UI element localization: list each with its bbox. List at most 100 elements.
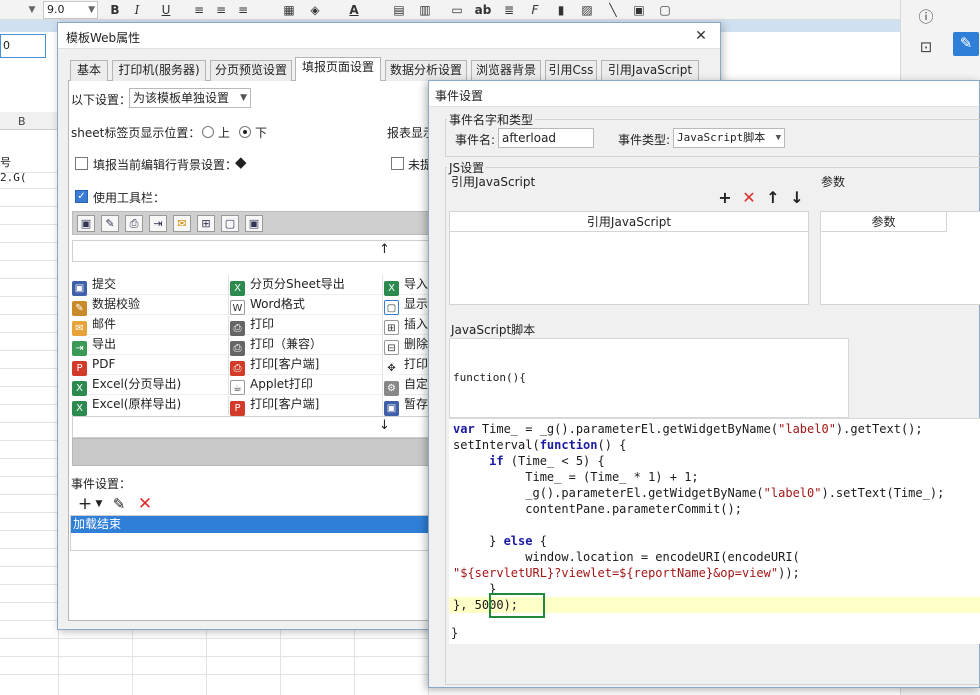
underline-button[interactable]: U xyxy=(157,2,175,18)
tab-basic[interactable]: 基本 xyxy=(70,60,108,81)
arrow-down-icon[interactable]: ↓ xyxy=(787,188,807,208)
print-icon: ⎙ xyxy=(230,321,245,336)
event-type-value: JavaScript脚本 xyxy=(677,131,766,144)
list-item[interactable]: ☕ Applet打印 xyxy=(230,375,313,395)
edit-icon[interactable]: ✎ xyxy=(108,493,130,515)
radio-top-label: 上 xyxy=(218,126,231,140)
list-item[interactable]: X Excel(原样导出) xyxy=(72,395,181,416)
list-item[interactable]: ⇥ 导出 xyxy=(72,335,116,356)
radio-bottom[interactable] xyxy=(239,126,251,138)
delete-icon[interactable]: ✕ xyxy=(739,188,759,208)
js-script-label: JavaScript脚本 xyxy=(451,323,536,337)
list-item[interactable]: P PDF xyxy=(72,355,115,376)
delete-icon[interactable]: ✕ xyxy=(134,493,156,515)
list-item[interactable]: ✥ 打印 xyxy=(384,355,428,376)
slash-icon[interactable]: ╲ xyxy=(604,2,622,18)
event-name-input[interactable]: afterload xyxy=(498,128,594,148)
insert-row-icon[interactable]: ⊞ xyxy=(197,215,215,232)
list-item[interactable]: X 分页分Sheet导出 xyxy=(230,275,345,296)
fill-color-icon[interactable]: ◈ xyxy=(306,2,324,18)
formula-icon[interactable]: F xyxy=(526,2,544,18)
link-icon[interactable]: ▭ xyxy=(448,2,466,18)
crop-icon[interactable]: ⊡ xyxy=(913,36,939,60)
bg-setting-checkbox[interactable] xyxy=(75,157,88,170)
list-item[interactable]: ⎙ 打印（兼容） xyxy=(230,335,322,356)
list-item[interactable]: ✎ 数据校验 xyxy=(72,295,140,316)
setting-select[interactable]: 为该模板单独设置 ▼ xyxy=(129,88,251,108)
use-toolbar-label: 使用工具栏： xyxy=(93,191,166,205)
pdf-icon: P xyxy=(230,401,245,416)
merge-icon[interactable]: ▤ xyxy=(390,2,408,18)
tab-css[interactable]: 引用Css xyxy=(545,60,597,81)
params-label: 参数 xyxy=(821,175,846,189)
widget-icon[interactable]: ▣ xyxy=(630,2,648,18)
list-item[interactable]: ✉ 邮件 xyxy=(72,315,116,336)
tab-browser-bg[interactable]: 浏览器背景 xyxy=(471,60,541,81)
event-settings-label: 事件设置： xyxy=(71,477,132,491)
tab-printer[interactable]: 打印机(服务器) xyxy=(112,60,206,81)
blank-icon[interactable]: ▢ xyxy=(221,215,239,232)
font-dropdown-arrow[interactable]: ▼ xyxy=(25,1,39,19)
list-item[interactable]: ⚙ 自定 xyxy=(384,375,428,396)
list-item[interactable]: X Excel(分页导出) xyxy=(72,375,181,396)
tab-fill-page[interactable]: 填报页面设置 xyxy=(295,57,381,82)
arrow-up-icon[interactable]: ↑ xyxy=(379,242,390,257)
list-item[interactable]: ▣ 暂存 xyxy=(384,395,428,416)
list-item[interactable]: ▢ 显示 xyxy=(384,295,428,315)
list-item[interactable]: X 导入 xyxy=(384,275,428,296)
font-size-select[interactable]: 9.0 ▼ xyxy=(43,1,98,19)
list-item[interactable]: ⎙ 打印 xyxy=(230,315,274,336)
submit-icon: ▣ xyxy=(72,281,87,296)
text-icon[interactable]: ab xyxy=(474,2,492,18)
tab-data-analysis[interactable]: 数据分析设置 xyxy=(385,60,467,81)
chevron-down-icon[interactable]: ▼ xyxy=(88,493,110,515)
italic-button[interactable]: I xyxy=(128,2,146,18)
temp-save-icon[interactable]: ▣ xyxy=(245,215,263,232)
align-left-icon[interactable]: ≡ xyxy=(190,2,208,18)
mail-icon: ✉ xyxy=(72,321,87,336)
list-item[interactable]: ⎙ 打印[客户端] xyxy=(230,355,319,376)
image-icon[interactable]: ▨ xyxy=(578,2,596,18)
list-item[interactable]: ⊞ 插入 xyxy=(384,315,428,335)
radio-top[interactable] xyxy=(202,126,214,138)
name-type-group-title: 事件名字和类型 xyxy=(447,111,536,128)
unmerge-icon[interactable]: ▥ xyxy=(416,2,434,18)
event-settings-dialog: 事件设置 事件名字和类型 事件名: afterload 事件类型: JavaSc… xyxy=(428,80,980,688)
dialog-title: 模板Web属性 xyxy=(66,31,141,45)
save-icon[interactable]: ▣ xyxy=(77,215,95,232)
close-icon[interactable]: ✕ xyxy=(688,27,714,45)
font-color-icon[interactable]: A xyxy=(345,2,363,18)
bold-button[interactable]: B xyxy=(106,2,124,18)
move-icon: ✥ xyxy=(384,361,399,376)
print-icon[interactable]: ⎙ xyxy=(125,215,143,232)
paragraph-icon[interactable]: ≣ xyxy=(500,2,518,18)
align-right-icon[interactable]: ≡ xyxy=(234,2,252,18)
code-editor[interactable]: var Time_ = _g().parameterEl.getWidgetBy… xyxy=(449,418,980,644)
mail-icon[interactable]: ✉ xyxy=(173,215,191,232)
code-line: _g().parameterEl.getWidgetByName("label0… xyxy=(453,486,945,500)
list-item[interactable]: ⊟ 删除 xyxy=(384,335,428,355)
tab-javascript[interactable]: 引用JavaScript xyxy=(601,60,699,81)
cell-text[interactable]: 2.G( xyxy=(0,171,27,184)
validate-icon[interactable]: ✎ xyxy=(101,215,119,232)
selected-cell[interactable]: 0 xyxy=(0,34,46,58)
unfilled-checkbox[interactable] xyxy=(391,157,404,170)
chart-icon[interactable]: ▮ xyxy=(552,2,570,18)
export-icon[interactable]: ⇥ xyxy=(149,215,167,232)
add-icon[interactable]: + xyxy=(715,188,735,208)
arrow-up-icon[interactable]: ↑ xyxy=(763,188,783,208)
align-center-icon[interactable]: ≡ xyxy=(212,2,230,18)
border-icon[interactable]: ▦ xyxy=(280,2,298,18)
cell-text[interactable]: 号 xyxy=(0,154,11,170)
paint-bucket-icon[interactable]: ◆ xyxy=(235,153,247,171)
cell-properties-icon[interactable]: ⓘ xyxy=(913,6,939,30)
list-item[interactable]: ▣ 提交 xyxy=(72,275,116,296)
box-icon[interactable]: ▢ xyxy=(656,2,674,18)
event-type-select[interactable]: JavaScript脚本 ▼ xyxy=(673,128,785,148)
use-toolbar-checkbox[interactable]: ✓ xyxy=(75,190,88,203)
edit-icon[interactable]: ✎ xyxy=(953,32,979,56)
tab-paging-preview[interactable]: 分页预览设置 xyxy=(210,60,292,81)
arrow-down-icon[interactable]: ↓ xyxy=(379,418,390,433)
list-item[interactable]: W Word格式 xyxy=(230,295,305,315)
list-item[interactable]: P 打印[客户端] xyxy=(230,395,319,416)
